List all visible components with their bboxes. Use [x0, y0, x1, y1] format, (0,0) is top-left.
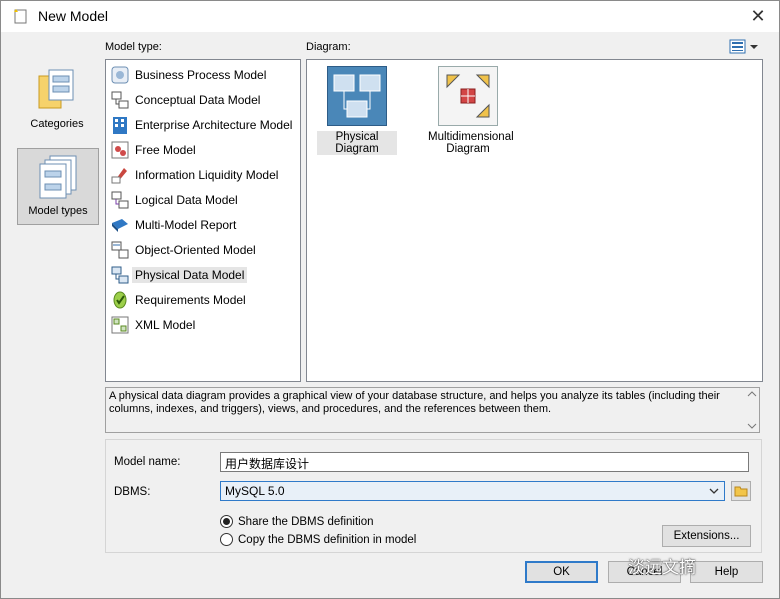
radio-share-dbms[interactable]: Share the DBMS definition	[220, 515, 374, 528]
list-view-icon	[729, 39, 758, 54]
radio-dot	[220, 533, 233, 546]
diagram-multidimensional[interactable]: Multidimensional Diagram	[428, 66, 514, 155]
business-process-icon	[111, 66, 129, 84]
model-type-label: Model type:	[105, 41, 162, 53]
ok-button[interactable]: OK	[525, 561, 598, 583]
scroll-arrows-icon[interactable]	[747, 390, 757, 430]
radio-copy-label: Copy the DBMS definition in model	[238, 533, 417, 546]
new-model-dialog: New Model ✕ Categories Model types Model…	[0, 0, 780, 599]
title-bar: New Model ✕	[1, 1, 779, 32]
model-type-object-oriented[interactable]: Object-Oriented Model	[110, 239, 256, 261]
model-name-label: Model name:	[114, 456, 181, 468]
model-type-physical-data[interactable]: Physical Data Model	[110, 264, 248, 286]
close-button[interactable]: ✕	[747, 5, 769, 27]
physical-diagram-icon	[327, 66, 387, 126]
radio-share-label: Share the DBMS definition	[238, 515, 374, 528]
model-type-label: Conceptual Data Model	[135, 93, 261, 107]
model-type-label: Enterprise Architecture Model	[135, 118, 293, 132]
category-model-types[interactable]: Model types	[17, 148, 99, 225]
diagram-label: Multidimensional Diagram	[428, 131, 514, 155]
dialog-body: Categories Model types Model type: Busin…	[1, 32, 779, 598]
dbms-value: MySQL 5.0	[225, 484, 285, 498]
requirements-icon	[113, 291, 127, 309]
model-type-label: Requirements Model	[135, 293, 246, 307]
model-type-list[interactable]: Business Process Model Conceptual Data M…	[105, 59, 301, 382]
folder-icon	[734, 486, 748, 497]
logical-data-icon	[111, 191, 129, 209]
information-liquidity-icon	[111, 168, 127, 184]
new-model-icon	[14, 9, 27, 24]
dbms-browse-button[interactable]	[731, 481, 751, 501]
close-icon: ✕	[750, 6, 766, 26]
enterprise-architecture-icon	[113, 117, 127, 134]
category-categories[interactable]: Categories	[17, 66, 97, 141]
physical-data-icon	[111, 266, 129, 284]
model-types-icon	[39, 155, 77, 199]
model-type-xml-model[interactable]: XML Model	[110, 314, 195, 336]
view-mode-button[interactable]	[729, 39, 761, 55]
model-type-label: Information Liquidity Model	[135, 168, 279, 182]
radio-copy-dbms[interactable]: Copy the DBMS definition in model	[220, 533, 416, 546]
model-type-label: Business Process Model	[135, 68, 267, 82]
description-text: A physical data diagram provides a graph…	[109, 390, 720, 415]
model-type-logical-data[interactable]: Logical Data Model	[110, 189, 238, 211]
model-type-label: Free Model	[135, 143, 196, 157]
model-type-conceptual-data[interactable]: Conceptual Data Model	[110, 89, 260, 111]
xml-model-icon	[111, 316, 129, 334]
model-type-label: Multi-Model Report	[135, 218, 237, 232]
model-name-input[interactable]: 用户数据库设计	[220, 452, 749, 472]
report-book-icon	[112, 219, 128, 232]
category-label: Categories	[30, 118, 84, 130]
diagram-label: Physical Diagram	[317, 131, 397, 155]
watermark-text: 淡远文摘	[628, 558, 696, 577]
conceptual-data-icon	[111, 91, 129, 109]
model-type-business-process[interactable]: Business Process Model	[110, 64, 266, 86]
radio-dot-selected	[220, 515, 233, 528]
model-type-free-model[interactable]: Free Model	[110, 139, 196, 161]
help-button[interactable]: Help	[690, 561, 763, 583]
category-label: Model types	[28, 205, 88, 217]
description-box: A physical data diagram provides a graph…	[105, 387, 760, 433]
model-type-label: XML Model	[135, 318, 196, 332]
object-oriented-icon	[111, 241, 129, 259]
model-type-requirements[interactable]: Requirements Model	[110, 289, 246, 311]
model-type-information-liquidity[interactable]: Information Liquidity Model	[110, 164, 278, 186]
dbms-select[interactable]: MySQL 5.0	[220, 481, 725, 501]
model-type-enterprise-architecture[interactable]: Enterprise Architecture Model	[110, 114, 292, 136]
diagram-physical[interactable]: Physical Diagram	[317, 66, 397, 155]
free-model-icon	[111, 141, 129, 159]
diagram-label: Diagram:	[306, 41, 351, 53]
multidimensional-diagram-icon	[438, 66, 498, 126]
extensions-button[interactable]: Extensions...	[662, 525, 751, 547]
chevron-down-icon	[709, 488, 719, 494]
model-type-multi-model-report[interactable]: Multi-Model Report	[110, 214, 236, 236]
model-type-label: Physical Data Model	[132, 267, 248, 283]
model-settings-group: Model name: 用户数据库设计 DBMS: MySQL 5.0 Shar…	[105, 439, 762, 553]
model-type-label: Logical Data Model	[135, 193, 238, 207]
window-title: New Model	[38, 8, 109, 24]
diagram-list[interactable]: Physical Diagram Multidimensional Diagra…	[306, 59, 763, 382]
model-type-label: Object-Oriented Model	[135, 243, 256, 257]
dbms-label: DBMS:	[114, 486, 151, 498]
folder-icon	[38, 69, 74, 109]
